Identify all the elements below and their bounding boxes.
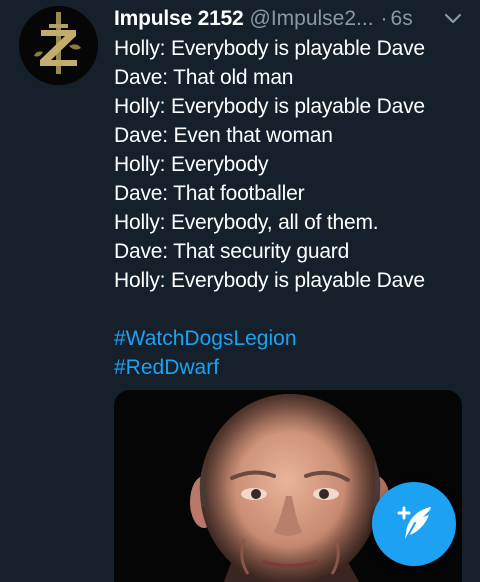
zelda-emblem-icon [19,6,98,85]
paragraph-break [114,295,474,324]
tweet-line: Holly: Everybody is playable Dave [114,37,425,60]
avatar[interactable] [19,6,98,85]
tweet-text: Holly: Everybody is playable Dave Dave: … [114,34,474,382]
hashtag-link[interactable]: #WatchDogsLegion [114,324,474,353]
compose-feather-icon [397,506,431,542]
compose-tweet-button[interactable] [372,482,456,566]
tweet-line: Holly: Everybody is playable Dave [114,269,425,292]
hashtag-link[interactable]: #RedDwarf [114,353,474,382]
author-name[interactable]: Impulse 2152 [114,7,244,31]
tweet-line: Dave: That old man [114,66,294,89]
author-handle[interactable]: @Impulse2... [250,7,374,31]
tweet-line: Dave: That footballer [114,182,305,205]
tweet-line: Holly: Everybody is playable Dave [114,95,425,118]
tweet[interactable]: Impulse 2152 @Impulse2... · 6s Holly: Ev… [0,0,480,582]
tweet-header: Impulse 2152 @Impulse2... · 6s [114,4,470,34]
timestamp[interactable]: 6s [391,7,413,31]
tweet-line: Dave: That security guard [114,240,350,263]
separator-dot: · [380,7,388,30]
tweet-line: Dave: Even that woman [114,124,333,147]
tweet-line: Holly: Everybody, all of them. [114,211,379,234]
tweet-line: Holly: Everybody [114,153,269,176]
chevron-down-icon[interactable] [444,12,462,26]
